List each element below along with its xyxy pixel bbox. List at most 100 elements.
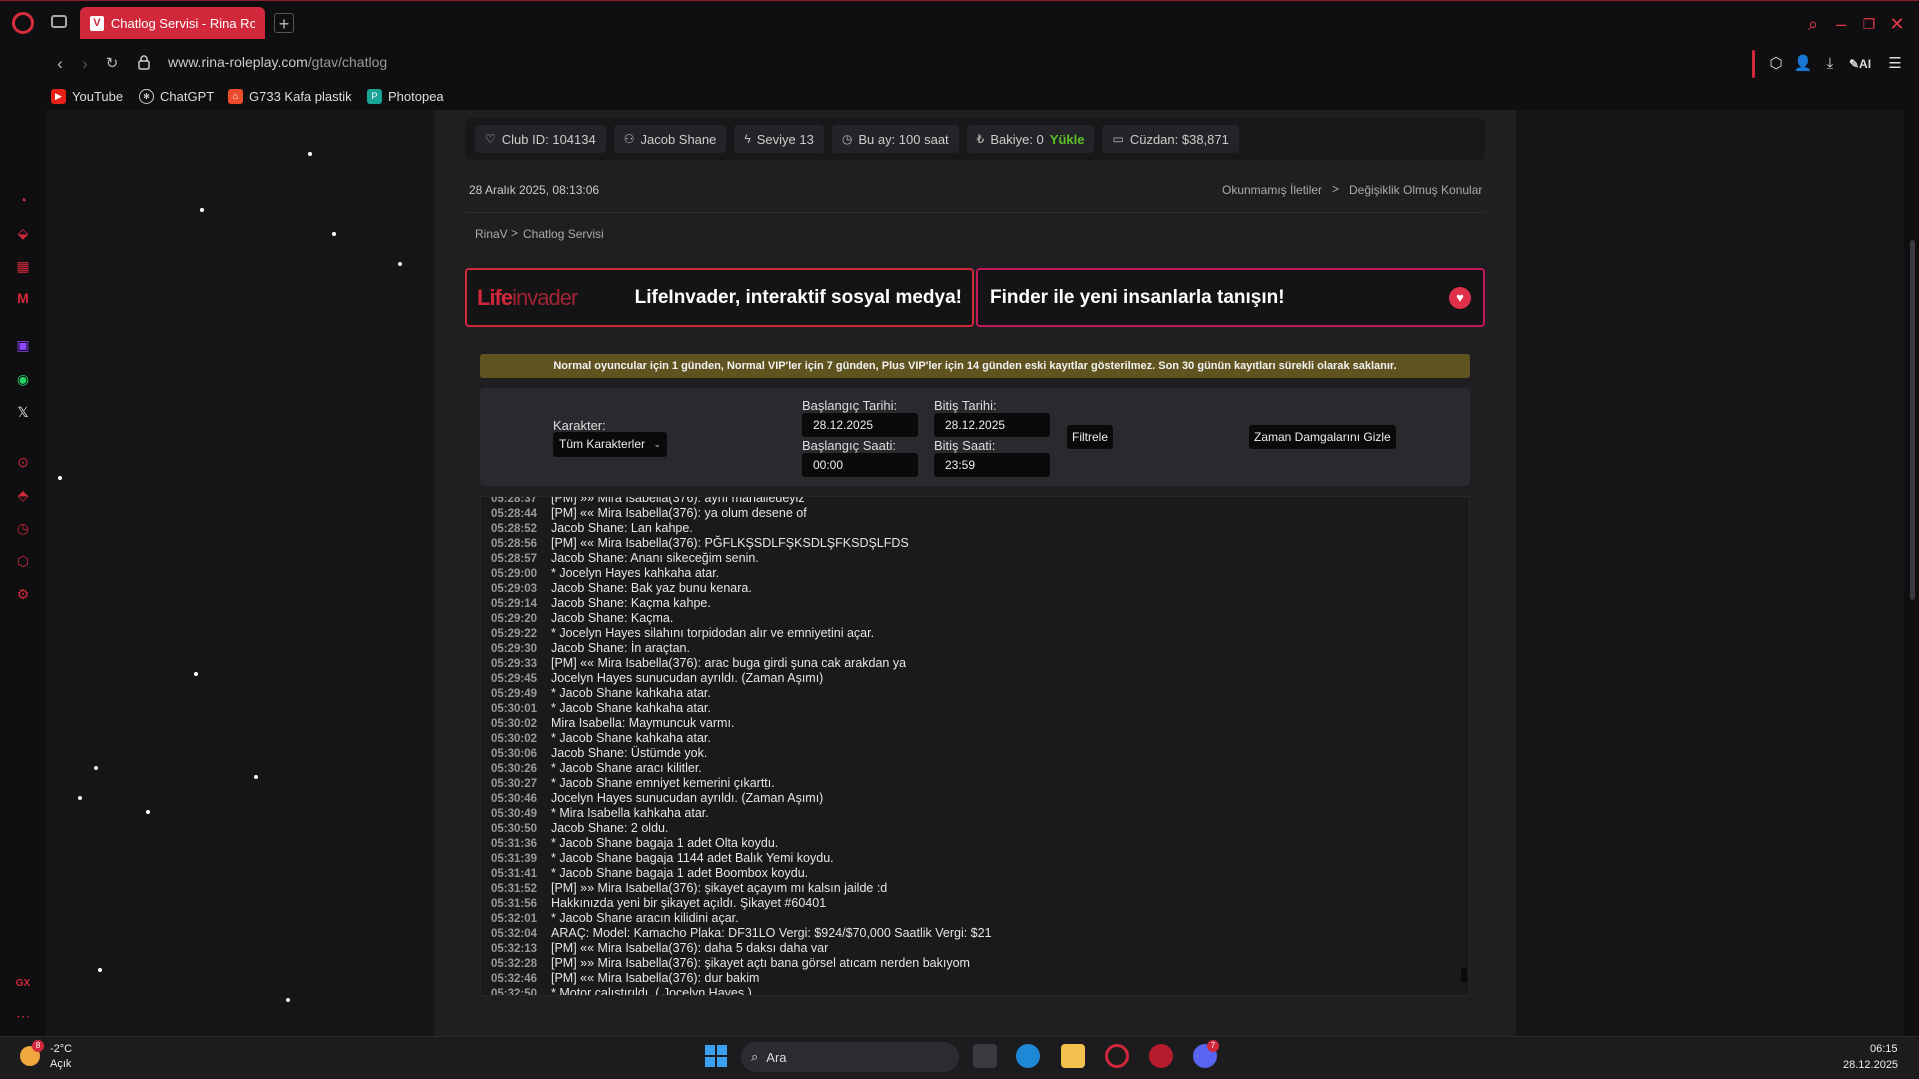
gx-control-icon[interactable]: ▦ bbox=[13, 256, 33, 276]
log-timestamp: 05:30:26 bbox=[491, 763, 538, 775]
user-pill[interactable]: ⚇ Jacob Shane bbox=[613, 125, 727, 153]
bookmark-chatgpt[interactable]: ✻ ChatGPT bbox=[139, 86, 214, 106]
chatlog-scroll-handle[interactable] bbox=[1461, 968, 1467, 982]
history-icon[interactable]: ◷ bbox=[13, 518, 33, 538]
bookmark-youtube[interactable]: ▶ YouTube bbox=[51, 86, 123, 106]
x-twitter-icon[interactable]: 𝕏 bbox=[13, 402, 33, 422]
gx-corner-icon[interactable]: M bbox=[13, 288, 33, 308]
log-line: 05:29:14 Jacob Shane: Kaçma kahpe. bbox=[491, 596, 1451, 611]
windows-start-icon[interactable] bbox=[705, 1045, 727, 1067]
close-window-button[interactable]: ✕ bbox=[1886, 13, 1908, 35]
opera-gx-icon[interactable] bbox=[1105, 1044, 1129, 1068]
log-line: 05:29:22 * Jocelyn Hayes silahını torpido… bbox=[491, 626, 1451, 641]
twitch-icon[interactable]: ▣ bbox=[13, 335, 33, 355]
log-message: Hakkınızda yeni bir şikayet açıldı. Şika… bbox=[551, 896, 827, 910]
changed-topics-link[interactable]: Değişiklik Olmuş Konular bbox=[1349, 183, 1482, 197]
end-date-input[interactable]: 28.12.2025 bbox=[934, 413, 1050, 437]
log-line: 05:29:49 * Jacob Shane kahkaha atar. bbox=[491, 686, 1451, 701]
extensions-icon[interactable]: ⬡ bbox=[1765, 53, 1787, 75]
heart-icon: ♡ bbox=[485, 132, 496, 146]
game-launcher-icon[interactable] bbox=[1149, 1044, 1173, 1068]
log-line: 05:32:28 [PM] »» Mira Isabella(376): şika… bbox=[491, 956, 1451, 971]
reload-button[interactable]: ↻ bbox=[101, 53, 123, 75]
more-icon[interactable]: ⋯ bbox=[13, 1006, 33, 1026]
settings-gear-icon[interactable]: ⚙ bbox=[13, 584, 33, 604]
breadcrumb-root[interactable]: RinaV bbox=[475, 227, 508, 241]
start-time-input[interactable]: 00:00 bbox=[802, 453, 918, 477]
weather-badge: 8 bbox=[32, 1040, 44, 1052]
clock-date[interactable]: 28.12.2025 bbox=[1843, 1059, 1898, 1071]
minimize-button[interactable]: – bbox=[1830, 13, 1852, 35]
snowflake bbox=[200, 208, 204, 212]
log-line: 05:30:27 * Jacob Shane emniyet kemerini ç… bbox=[491, 776, 1451, 791]
lifeinvader-text: LifeInvader, interaktif sosyal medya! bbox=[634, 286, 962, 308]
snowflake bbox=[78, 796, 82, 800]
edge-icon[interactable] bbox=[1016, 1044, 1040, 1068]
accent-divider bbox=[1752, 50, 1755, 78]
extensions-sidebar-icon[interactable]: ⬡ bbox=[13, 551, 33, 571]
chatlog-lines: 05:28:37 [PM] »» Mira Isabella(376): aynı… bbox=[491, 497, 1451, 995]
end-time-input[interactable]: 23:59 bbox=[934, 453, 1050, 477]
mods-icon[interactable]: ⬙ bbox=[13, 223, 33, 243]
forward-button[interactable]: › bbox=[74, 53, 96, 75]
hide-timestamps-button[interactable]: Zaman Damgalarını Gizle bbox=[1249, 425, 1396, 449]
log-timestamp: 05:28:52 bbox=[491, 523, 538, 535]
snowflake bbox=[398, 262, 402, 266]
bookmark-label: Photopea bbox=[388, 88, 444, 104]
search-tabs-icon[interactable]: ⌕ bbox=[1802, 13, 1824, 35]
finder-banner[interactable]: Finder ile yeni insanlarla tanışın! ♥ bbox=[976, 268, 1485, 327]
finder-text: Finder ile yeni insanlarla tanışın! bbox=[990, 286, 1285, 308]
log-timestamp: 05:29:30 bbox=[491, 643, 538, 655]
log-timestamp: 05:28:44 bbox=[491, 508, 538, 520]
log-line: 05:30:01 * Jacob Shane kahkaha atar. bbox=[491, 701, 1451, 716]
log-message: Jacob Shane: Bak yaz bunu kenara. bbox=[551, 581, 752, 595]
clock-time[interactable]: 06:15 bbox=[1870, 1043, 1898, 1055]
easy-setup-icon[interactable]: ☰ bbox=[1884, 53, 1906, 75]
url-field[interactable]: www.rina-roleplay.com/gtav/chatlog bbox=[168, 54, 387, 70]
profile-icon[interactable]: 👤 bbox=[1792, 53, 1814, 75]
link-separator: > bbox=[1332, 182, 1340, 196]
bookmark-label: G733 Kafa plastik bbox=[249, 88, 352, 104]
speed-dial-icon[interactable]: ◔ bbox=[13, 190, 33, 210]
log-timestamp: 05:29:33 bbox=[491, 658, 538, 670]
tab-bar: V Chatlog Servisi - Rina Role + ⌕ – ❐ ✕ bbox=[0, 0, 1919, 44]
new-tab-button[interactable]: + bbox=[274, 13, 294, 34]
download-icon[interactable]: ⤓ bbox=[1819, 53, 1841, 75]
lifeinvader-banner[interactable]: Lifeinvader LifeInvader, interaktif sosy… bbox=[465, 268, 974, 327]
start-date-input[interactable]: 28.12.2025 bbox=[802, 413, 918, 437]
bookmark-label: YouTube bbox=[72, 88, 124, 104]
log-line: 05:30:46 Jocelyn Hayes sunucudan ayrıldı.… bbox=[491, 791, 1451, 806]
taskbar-search[interactable]: ⌕ Ara bbox=[741, 1042, 959, 1072]
bookmark-g733[interactable]: ⌂ G733 Kafa plastik bbox=[228, 86, 352, 106]
page-scrollbar-thumb[interactable] bbox=[1910, 240, 1915, 600]
temperature: -2°C bbox=[50, 1043, 73, 1055]
log-timestamp: 05:29:03 bbox=[491, 583, 538, 595]
character-label: Karakter: bbox=[553, 418, 606, 433]
back-button[interactable]: ‹ bbox=[49, 53, 71, 75]
logo-part-b: invader bbox=[512, 284, 578, 310]
pinboard-icon[interactable]: ⬘ bbox=[13, 485, 33, 505]
opera-menu-icon[interactable] bbox=[12, 12, 34, 34]
chatlog-box[interactable]: 05:28:37 [PM] »» Mira Isabella(376): aynı… bbox=[480, 496, 1470, 996]
balance: Bakiye: 0 bbox=[990, 131, 1044, 147]
log-message: Jacob Shane: Kaçma kahpe. bbox=[551, 596, 711, 610]
unread-messages-link[interactable]: Okunmamış İletiler bbox=[1222, 183, 1322, 197]
topup-link[interactable]: Yükle bbox=[1050, 132, 1085, 147]
bookmark-photopea[interactable]: P Photopea bbox=[367, 86, 444, 106]
level-pill: ϟ Seviye 13 bbox=[734, 125, 824, 153]
whatsapp-icon[interactable]: ◉ bbox=[13, 369, 33, 389]
log-line: 05:31:41 * Jacob Shane bagaja 1 adet Boom… bbox=[491, 866, 1451, 881]
filter-button[interactable]: Filtrele bbox=[1067, 425, 1114, 449]
character-select[interactable]: Tüm Karakterler ⌄ bbox=[553, 432, 667, 457]
log-timestamp: 05:29:22 bbox=[491, 628, 538, 640]
task-view-icon[interactable] bbox=[973, 1044, 997, 1068]
file-explorer-icon[interactable] bbox=[1061, 1044, 1085, 1068]
player-icon[interactable]: ⊙ bbox=[13, 452, 33, 472]
log-line: 05:28:44 [PM] «« Mira Isabella(376): ya o… bbox=[491, 506, 1451, 521]
gx-logo-icon[interactable]: GX bbox=[13, 974, 33, 994]
tab-overview-icon[interactable] bbox=[51, 15, 67, 28]
active-tab[interactable]: V Chatlog Servisi - Rina Role bbox=[80, 7, 265, 39]
aria-ai-button[interactable]: ✎AI bbox=[1845, 53, 1875, 75]
log-message: Jacob Shane: Üstümde yok. bbox=[551, 746, 708, 760]
restore-button[interactable]: ❐ bbox=[1858, 13, 1880, 35]
